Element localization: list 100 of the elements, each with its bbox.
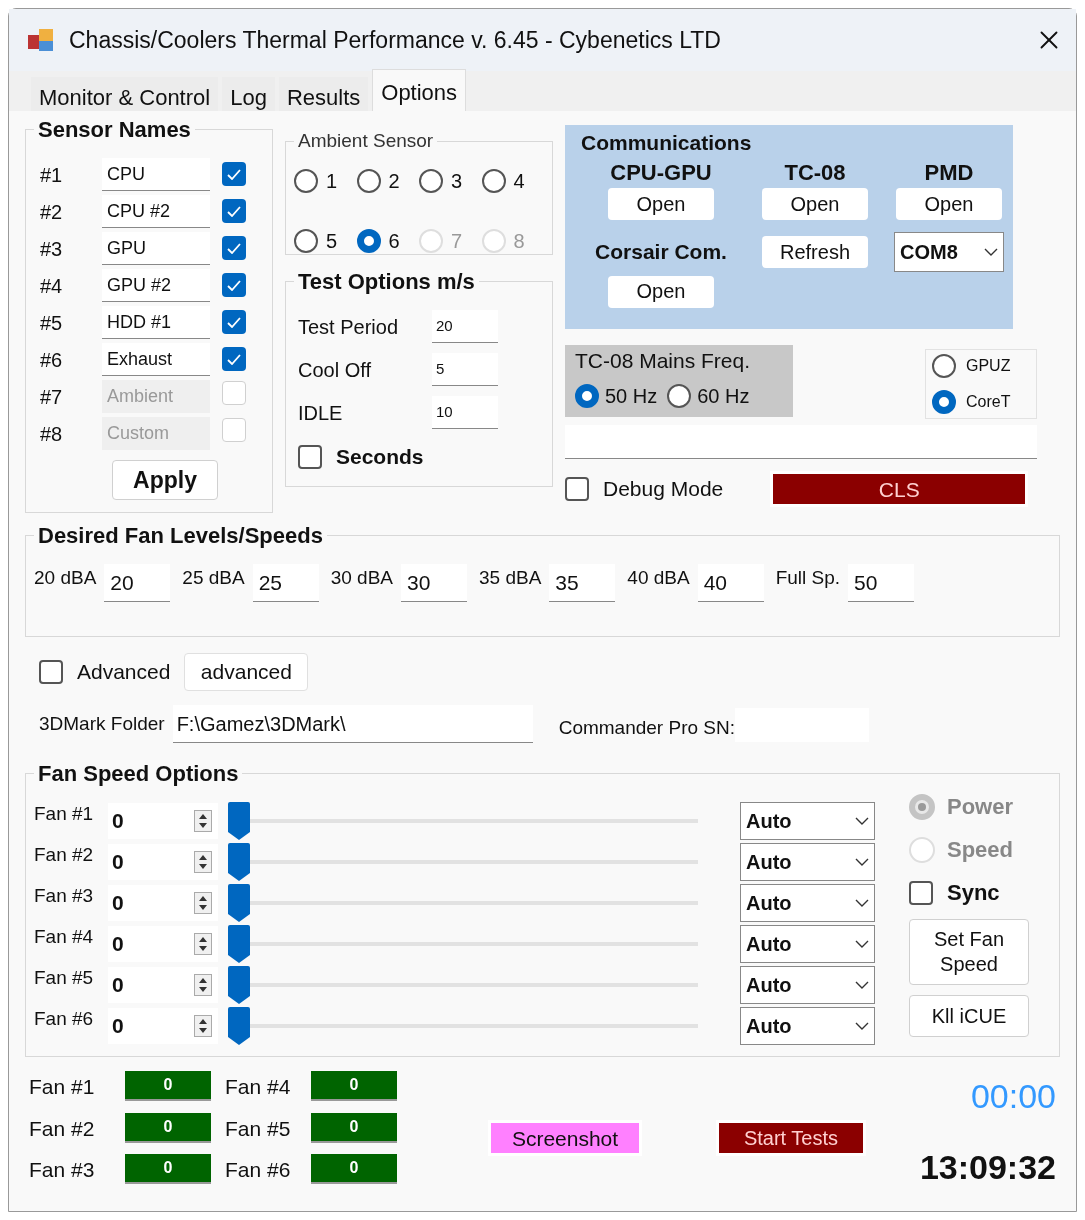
text-field[interactable]: HDD #1 bbox=[102, 306, 210, 339]
panel-title: TC-08 Mains Freq. bbox=[575, 348, 752, 374]
radio-label: 5 bbox=[326, 228, 338, 254]
number-spinner[interactable]: 0 bbox=[108, 884, 218, 921]
checkbox[interactable] bbox=[222, 236, 246, 261]
mode-dropdown[interactable]: Auto bbox=[740, 801, 875, 840]
text-field[interactable]: GPU #2 bbox=[102, 269, 210, 302]
sensor-number: #7 bbox=[40, 384, 64, 410]
mode-dropdown[interactable]: Auto bbox=[740, 924, 875, 963]
radio-label: CoreT bbox=[966, 392, 1011, 412]
device-label: Corsair Com. bbox=[595, 239, 727, 265]
radio-button[interactable] bbox=[932, 390, 956, 414]
number-spinner[interactable]: 0 bbox=[108, 843, 218, 880]
radio-button[interactable] bbox=[419, 168, 443, 193]
screenshot-button[interactable]: Screenshot bbox=[491, 1123, 639, 1153]
sensor-number: #1 bbox=[40, 162, 64, 188]
level-label: 25 dBA bbox=[182, 566, 245, 590]
text-field[interactable] bbox=[565, 425, 1037, 459]
checkbox[interactable] bbox=[222, 347, 246, 372]
slider-thumb[interactable] bbox=[228, 842, 250, 881]
checkbox[interactable] bbox=[222, 199, 246, 224]
radio-button[interactable] bbox=[932, 354, 956, 378]
tab[interactable]: Options bbox=[372, 69, 467, 111]
text-field[interactable]: 5 bbox=[432, 353, 498, 386]
mode-dropdown[interactable]: Auto bbox=[740, 965, 875, 1004]
text-field[interactable]: 25 bbox=[252, 564, 319, 602]
radio-label: Power bbox=[947, 793, 1014, 821]
checkmark-icon bbox=[227, 279, 241, 291]
slider-thumb[interactable] bbox=[228, 883, 250, 922]
button[interactable]: Open bbox=[896, 188, 1002, 220]
radio-button[interactable] bbox=[356, 168, 381, 193]
field-label: Commander Pro SN: bbox=[558, 715, 735, 740]
checkbox-label: Advanced bbox=[77, 659, 171, 686]
checkbox[interactable] bbox=[909, 880, 933, 905]
text-field[interactable]: CPU #2 bbox=[102, 195, 210, 228]
text-field[interactable]: 35 bbox=[549, 564, 616, 602]
button[interactable]: advanced bbox=[184, 653, 309, 691]
group-title: Fan Speed Options bbox=[37, 760, 240, 788]
text-field[interactable]: 20 bbox=[432, 310, 498, 343]
fan-label: Fan #5 bbox=[34, 966, 95, 990]
radio-label: 3 bbox=[451, 168, 463, 194]
text-field[interactable]: 10 bbox=[432, 396, 498, 429]
start-tests-button[interactable]: Start Tests bbox=[719, 1123, 863, 1153]
text-field[interactable]: GPU bbox=[102, 232, 210, 265]
mode-dropdown[interactable]: Auto bbox=[740, 1006, 875, 1045]
button[interactable]: Open bbox=[608, 275, 714, 308]
button[interactable]: Refresh bbox=[762, 236, 868, 268]
text-field[interactable]: 20 bbox=[104, 564, 171, 602]
mode-dropdown[interactable]: Auto bbox=[740, 883, 875, 922]
checkbox[interactable] bbox=[565, 476, 589, 501]
number-spinner[interactable]: 0 bbox=[108, 802, 218, 839]
mode-dropdown[interactable]: Auto bbox=[740, 842, 875, 881]
checkbox[interactable] bbox=[222, 162, 246, 187]
slider[interactable] bbox=[228, 842, 698, 881]
button[interactable]: Apply bbox=[112, 460, 218, 500]
sensor-number: #6 bbox=[40, 347, 64, 373]
radio-label: 2 bbox=[388, 168, 400, 194]
radio-button[interactable] bbox=[481, 168, 506, 193]
checkbox[interactable] bbox=[222, 273, 246, 298]
slider[interactable] bbox=[228, 801, 698, 840]
text-field[interactable]: 30 bbox=[401, 564, 467, 602]
level-label: 40 dBA bbox=[627, 566, 690, 590]
timer: 00:00 bbox=[970, 1076, 1056, 1117]
checkmark-icon bbox=[227, 353, 241, 365]
button[interactable]: Kll iCUE bbox=[909, 995, 1029, 1037]
button[interactable]: Open bbox=[762, 188, 868, 220]
slider-thumb[interactable] bbox=[228, 965, 250, 1004]
radio-button[interactable] bbox=[294, 228, 318, 253]
tab[interactable]: Results bbox=[278, 77, 369, 111]
button[interactable]: Open bbox=[608, 188, 714, 220]
text-field[interactable]: 50 bbox=[848, 564, 915, 602]
number-spinner[interactable]: 0 bbox=[108, 966, 218, 1003]
port-dropdown[interactable]: COM8 bbox=[894, 232, 1004, 272]
chevron-down-icon bbox=[855, 1021, 869, 1030]
slider-thumb[interactable] bbox=[228, 801, 250, 840]
slider-thumb[interactable] bbox=[228, 1006, 250, 1045]
radio-button[interactable] bbox=[294, 168, 318, 193]
text-field[interactable]: CPU bbox=[102, 158, 210, 191]
radio-button[interactable] bbox=[575, 383, 599, 408]
slider[interactable] bbox=[228, 965, 698, 1004]
tab[interactable]: Monitor & Control bbox=[31, 77, 219, 111]
spinner-arrows-icon bbox=[194, 850, 212, 873]
button[interactable]: Set Fan Speed bbox=[909, 919, 1029, 985]
number-spinner[interactable]: 0 bbox=[108, 925, 218, 962]
slider[interactable] bbox=[228, 883, 698, 922]
checkbox[interactable] bbox=[39, 660, 63, 684]
cls-button[interactable]: CLS bbox=[773, 473, 1026, 504]
checkbox[interactable] bbox=[222, 310, 246, 335]
tab[interactable]: Log bbox=[222, 77, 275, 111]
checkbox[interactable] bbox=[298, 444, 322, 469]
number-spinner[interactable]: 0 bbox=[108, 1007, 218, 1044]
text-field[interactable]: F:\Gamez\3DMark\ bbox=[172, 705, 533, 743]
slider[interactable] bbox=[228, 1006, 698, 1045]
slider[interactable] bbox=[228, 924, 698, 963]
checkbox-label: Sync bbox=[947, 879, 1000, 907]
slider-thumb[interactable] bbox=[228, 924, 250, 963]
radio-button[interactable] bbox=[356, 228, 381, 253]
text-field[interactable]: Exhaust bbox=[102, 343, 210, 376]
text-field[interactable]: 40 bbox=[697, 564, 764, 602]
radio-button[interactable] bbox=[667, 383, 692, 408]
